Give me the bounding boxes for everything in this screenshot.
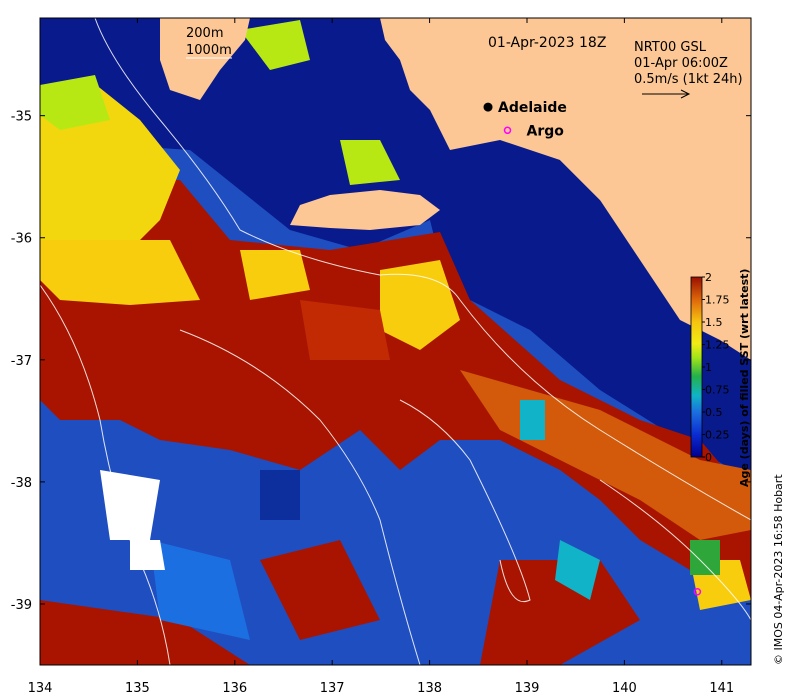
colorbar-tick-label: 0 [705,451,712,464]
depth-legend-1000m: 1000m [186,43,232,58]
current-info-source: NRT00 GSL [634,40,707,55]
colorbar-title: Age (days) of filled SST (wrt latest) [738,269,751,487]
x-tick-label: 136 [222,681,247,696]
x-tick-label: 138 [417,681,442,696]
adelaide-label: Adelaide [498,100,567,116]
colorbar-tick-label: 1.75 [705,294,730,307]
date-label: 01-Apr-2023 18Z [488,35,606,51]
current-info-scale: 0.5m/s (1kt 24h) [634,72,743,87]
colorbar-tick-label: 1.25 [705,339,730,352]
colorbar-tick-label: 2 [705,271,712,284]
y-tick-label: -36 [11,232,32,247]
y-tick-label: -35 [11,110,32,125]
x-tick-label: 134 [28,681,53,696]
adelaide-marker-icon[interactable] [483,102,493,112]
colorbar-tick-label: 0.25 [705,429,730,442]
colorbar-tick-label: 0.5 [705,406,723,419]
sst-age-map: 200m 1000m 01-Apr-2023 18Z NRT00 GSL 01-… [11,17,785,696]
x-tick-label: 140 [612,681,637,696]
y-tick-label: -39 [11,598,32,613]
y-tick-label: -37 [11,354,32,369]
credit-text: © IMOS 04-Apr-2023 16:58 Hobart [772,474,785,665]
y-tick-label: -38 [11,476,32,491]
x-tick-label: 137 [320,681,345,696]
argo-label: Argo [527,123,565,139]
x-tick-label: 139 [515,681,540,696]
current-info-time: 01-Apr 06:00Z [634,56,728,71]
x-tick-label: 135 [125,681,150,696]
colorbar-tick-label: 1.5 [705,316,723,329]
x-tick-label: 141 [709,681,734,696]
map-area[interactable] [40,18,751,665]
depth-legend-200m: 200m [186,26,223,41]
colorbar-tick-label: 0.75 [705,384,730,397]
colorbar-tick-label: 1 [705,361,712,374]
colorbar-gradient [690,276,703,458]
